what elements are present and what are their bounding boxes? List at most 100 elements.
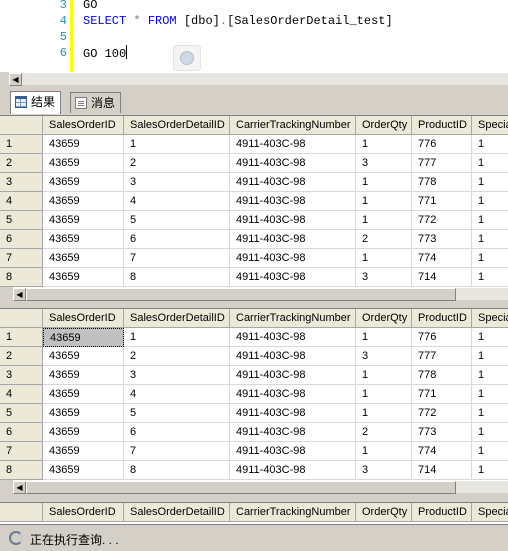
scroll-left-arrow-icon[interactable]: ◀: [9, 73, 22, 86]
table-cell[interactable]: 1: [472, 135, 508, 154]
code-line[interactable]: 6 GO 100: [0, 45, 508, 61]
table-row[interactable]: 3 43659 3 4911-403C-98 1 778 1: [0, 173, 508, 192]
column-header[interactable]: ProductID: [412, 503, 472, 522]
scroll-left-arrow-icon[interactable]: ◀: [13, 481, 26, 494]
row-number[interactable]: 3: [0, 173, 43, 192]
table-cell[interactable]: 2: [356, 423, 412, 442]
table-cell[interactable]: 3: [124, 173, 230, 192]
table-row[interactable]: 4 43659 4 4911-403C-98 1 771 1: [0, 385, 508, 404]
table-cell[interactable]: 777: [412, 347, 472, 366]
table-row[interactable]: 1 43659 1 4911-403C-98 1 776 1: [0, 135, 508, 154]
grid-1-horizontal-scrollbar[interactable]: ◀: [13, 287, 508, 301]
table-cell[interactable]: 1: [356, 328, 412, 347]
table-cell[interactable]: 4911-403C-98: [230, 347, 356, 366]
code-text[interactable]: GO: [83, 0, 97, 13]
table-cell[interactable]: 1: [124, 328, 230, 347]
column-header[interactable]: CarrierTrackingNumber: [230, 309, 356, 328]
table-cell[interactable]: 4911-403C-98: [230, 268, 356, 287]
editor-horizontal-scrollbar[interactable]: ◀: [9, 72, 508, 86]
result-grid-3[interactable]: SalesOrderID SalesOrderDetailID CarrierTra…: [0, 502, 508, 524]
column-header[interactable]: OrderQty: [356, 309, 412, 328]
table-cell[interactable]: 43659: [43, 211, 124, 230]
result-grid-2[interactable]: SalesOrderID SalesOrderDetailID CarrierTra…: [0, 308, 508, 480]
table-cell[interactable]: 7: [124, 249, 230, 268]
table-cell[interactable]: 43659: [43, 423, 124, 442]
grid-corner[interactable]: [0, 309, 43, 328]
table-cell[interactable]: 43659: [43, 385, 124, 404]
table-cell[interactable]: 43659: [43, 192, 124, 211]
row-number[interactable]: 6: [0, 423, 43, 442]
table-row[interactable]: 7 43659 7 4911-403C-98 1 774 1: [0, 249, 508, 268]
row-number[interactable]: 3: [0, 366, 43, 385]
table-cell[interactable]: 1: [356, 173, 412, 192]
table-cell[interactable]: 2: [356, 230, 412, 249]
table-row[interactable]: 4 43659 4 4911-403C-98 1 771 1: [0, 192, 508, 211]
column-header[interactable]: SalesOrderID: [43, 503, 124, 522]
row-number[interactable]: 8: [0, 461, 43, 480]
row-number[interactable]: 7: [0, 442, 43, 461]
table-cell[interactable]: 3: [356, 461, 412, 480]
column-header[interactable]: Specia: [472, 309, 508, 328]
grid-2-horizontal-scrollbar[interactable]: ◀: [13, 480, 508, 494]
table-cell[interactable]: 778: [412, 173, 472, 192]
row-number[interactable]: 7: [0, 249, 43, 268]
table-cell[interactable]: 1: [356, 385, 412, 404]
table-cell[interactable]: 43659: [43, 268, 124, 287]
table-cell[interactable]: 1: [472, 268, 508, 287]
table-row[interactable]: 6 43659 6 4911-403C-98 2 773 1: [0, 230, 508, 249]
scrollbar-thumb[interactable]: [26, 481, 456, 494]
table-cell[interactable]: 1: [472, 442, 508, 461]
table-cell[interactable]: 8: [124, 268, 230, 287]
table-cell[interactable]: 772: [412, 404, 472, 423]
row-number[interactable]: 5: [0, 404, 43, 423]
table-cell[interactable]: 776: [412, 328, 472, 347]
tab-results[interactable]: 结果: [10, 91, 62, 114]
scroll-left-arrow-icon[interactable]: ◀: [13, 288, 26, 301]
table-cell[interactable]: 43659: [43, 135, 124, 154]
table-cell[interactable]: 4: [124, 385, 230, 404]
table-cell[interactable]: 771: [412, 192, 472, 211]
table-cell[interactable]: 4911-403C-98: [230, 328, 356, 347]
table-cell[interactable]: 4911-403C-98: [230, 192, 356, 211]
table-cell[interactable]: 8: [124, 461, 230, 480]
tab-messages[interactable]: 消息: [70, 92, 122, 113]
table-row[interactable]: 3 43659 3 4911-403C-98 1 778 1: [0, 366, 508, 385]
column-header[interactable]: ProductID: [412, 309, 472, 328]
table-cell[interactable]: 43659: [43, 347, 124, 366]
table-row[interactable]: 8 43659 8 4911-403C-98 3 714 1: [0, 461, 508, 480]
table-cell[interactable]: 4911-403C-98: [230, 442, 356, 461]
table-cell[interactable]: 6: [124, 423, 230, 442]
table-cell[interactable]: 1: [124, 135, 230, 154]
code-line[interactable]: 4 SELECT * FROM [dbo].[SalesOrderDetail_t…: [0, 13, 508, 29]
code-line[interactable]: 5: [0, 29, 508, 45]
table-cell[interactable]: 4911-403C-98: [230, 211, 356, 230]
table-cell[interactable]: 1: [472, 461, 508, 480]
table-cell[interactable]: 774: [412, 249, 472, 268]
table-cell[interactable]: 4911-403C-98: [230, 385, 356, 404]
table-cell[interactable]: 4911-403C-98: [230, 461, 356, 480]
row-number[interactable]: 5: [0, 211, 43, 230]
result-grid-1[interactable]: SalesOrderID SalesOrderDetailID CarrierTra…: [0, 115, 508, 287]
table-cell[interactable]: 3: [356, 347, 412, 366]
table-cell[interactable]: 773: [412, 230, 472, 249]
column-header[interactable]: ProductID: [412, 116, 472, 135]
table-cell[interactable]: 1: [356, 404, 412, 423]
table-cell[interactable]: 1: [472, 347, 508, 366]
column-header[interactable]: CarrierTrackingNumber: [230, 116, 356, 135]
table-cell[interactable]: 772: [412, 211, 472, 230]
table-cell[interactable]: 2: [124, 347, 230, 366]
column-header[interactable]: Specia: [472, 116, 508, 135]
column-header[interactable]: SalesOrderDetailID: [124, 116, 230, 135]
column-header[interactable]: SalesOrderID: [43, 116, 124, 135]
table-cell[interactable]: 1: [472, 230, 508, 249]
table-row[interactable]: 2 43659 2 4911-403C-98 3 777 1: [0, 154, 508, 173]
table-cell[interactable]: 4911-403C-98: [230, 366, 356, 385]
row-number[interactable]: 4: [0, 385, 43, 404]
table-cell[interactable]: 43659: [43, 442, 124, 461]
table-cell[interactable]: 7: [124, 442, 230, 461]
table-cell[interactable]: 1: [356, 249, 412, 268]
table-cell[interactable]: 1: [356, 366, 412, 385]
table-cell[interactable]: 1: [472, 423, 508, 442]
table-cell[interactable]: 6: [124, 230, 230, 249]
table-cell[interactable]: 1: [472, 173, 508, 192]
